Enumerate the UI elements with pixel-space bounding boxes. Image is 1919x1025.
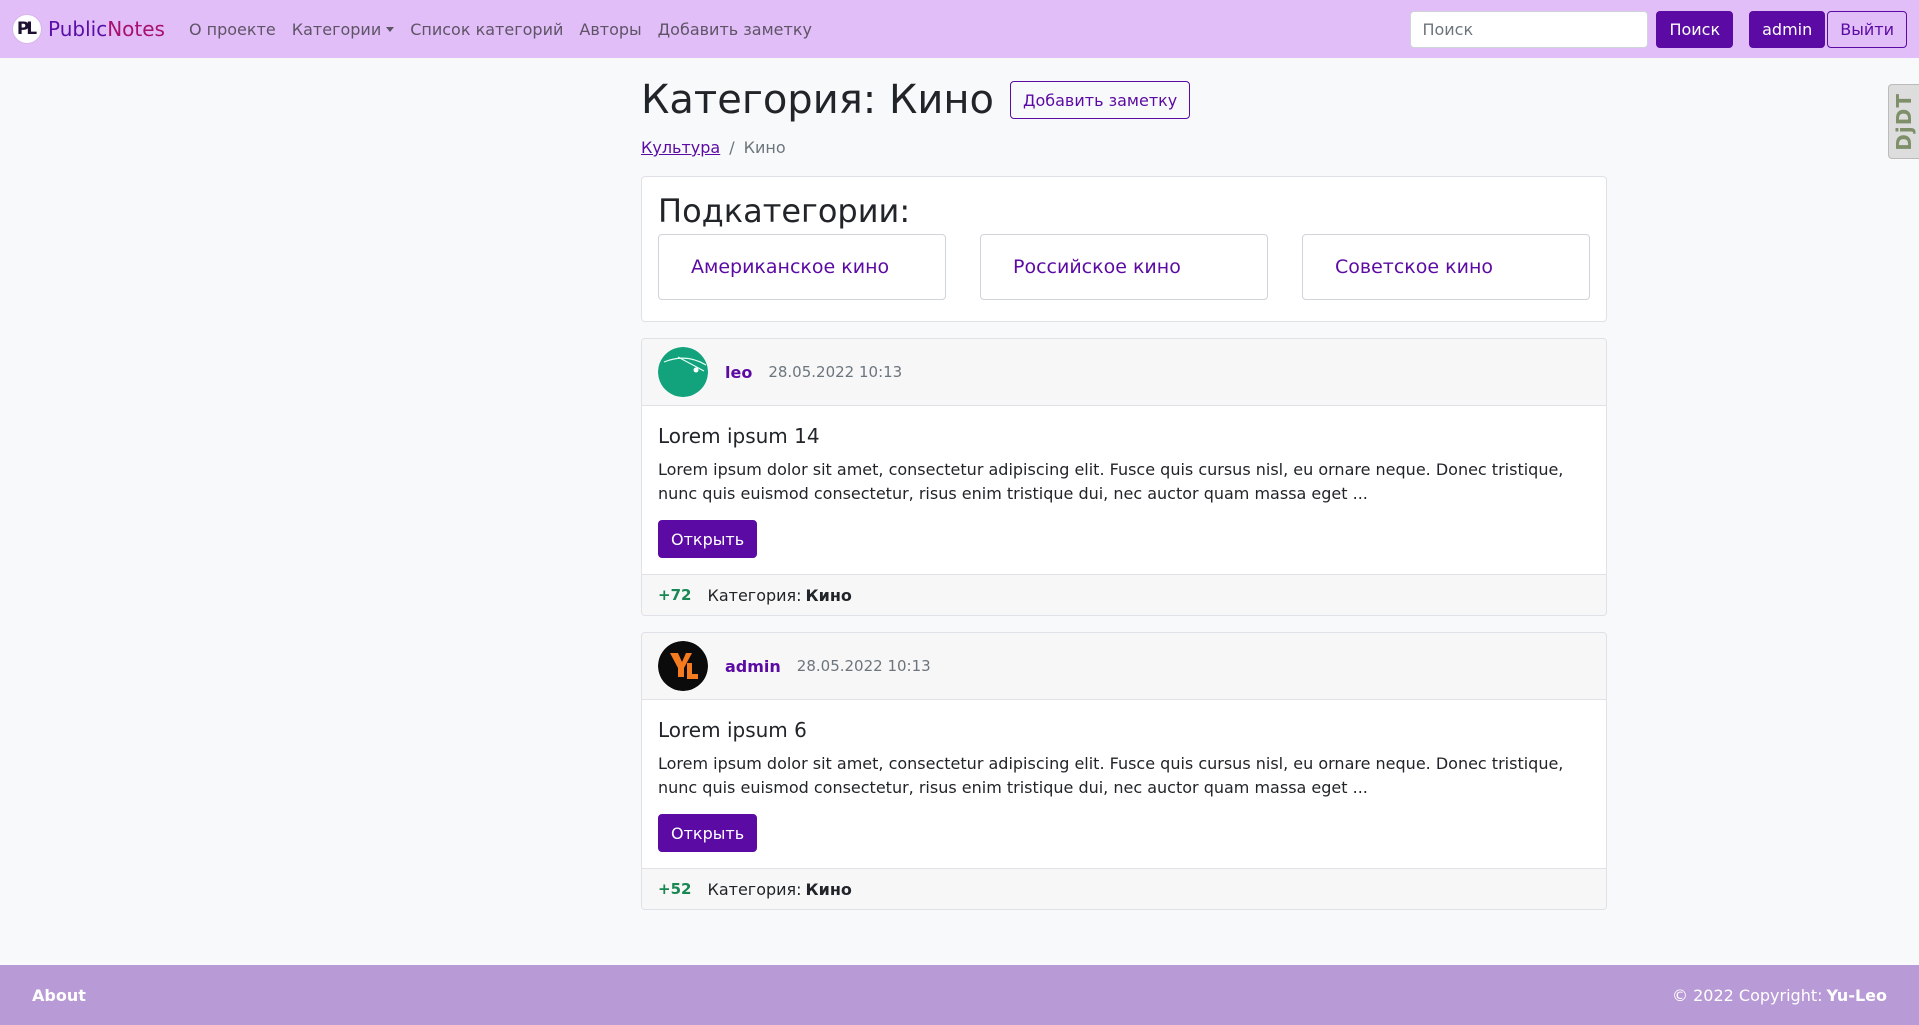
navbar: PL PublicNotes О проекте Категории Списо… bbox=[0, 0, 1919, 58]
post-footer: +72 Категория: Кино bbox=[642, 574, 1606, 615]
breadcrumb: Культура / Кино bbox=[641, 138, 1607, 157]
nav-categories-label: Категории bbox=[291, 19, 382, 39]
copyright-text: © 2022 Copyright: bbox=[1672, 985, 1823, 1005]
post-category-label: Категория: bbox=[707, 879, 802, 899]
post-card: leo 28.05.2022 10:13 Lorem ipsum 14 Lore… bbox=[641, 338, 1607, 616]
post-date: 28.05.2022 10:13 bbox=[796, 657, 931, 675]
post-author-link[interactable]: admin bbox=[725, 657, 781, 676]
debug-toolbar-handle[interactable]: DjDT bbox=[1888, 84, 1919, 159]
post-excerpt: Lorem ipsum dolor sit amet, consectetur … bbox=[658, 460, 1564, 503]
subcategories-panel: Подкатегории: Американское кино Российск… bbox=[641, 176, 1607, 322]
title-row: Категория: Кино Добавить заметку bbox=[641, 78, 1607, 122]
yl-logo-avatar-icon[interactable] bbox=[658, 641, 708, 691]
nav-about[interactable]: О проекте bbox=[181, 12, 284, 47]
post-author-link[interactable]: leo bbox=[725, 363, 752, 382]
search-button[interactable]: Поиск bbox=[1656, 10, 1734, 48]
post-category-name: Кино bbox=[805, 585, 852, 605]
nav-categories-dropdown[interactable]: Категории bbox=[284, 12, 402, 47]
post-body: Lorem ipsum 6 Lorem ipsum dolor sit amet… bbox=[642, 700, 1606, 868]
breadcrumb-parent-link[interactable]: Культура bbox=[641, 138, 720, 157]
brand-name-part2: Notes bbox=[107, 17, 165, 41]
subcategory-card[interactable]: Американское кино bbox=[658, 233, 946, 300]
open-post-button[interactable]: Открыть bbox=[658, 520, 758, 558]
post-card: admin 28.05.2022 10:13 Lorem ipsum 6 Lor… bbox=[641, 632, 1607, 910]
brand-name: PublicNotes bbox=[48, 17, 165, 41]
subcategories-title: Подкатегории: bbox=[658, 192, 911, 230]
search-input[interactable] bbox=[1410, 10, 1649, 48]
add-note-button[interactable]: Добавить заметку bbox=[1009, 81, 1191, 119]
post-body: Lorem ipsum 14 Lorem ipsum dolor sit ame… bbox=[642, 406, 1606, 574]
post-category-label: Категория: bbox=[707, 585, 802, 605]
brand-name-part1: Public bbox=[48, 17, 108, 41]
copyright-owner: Yu-Leo bbox=[1826, 985, 1888, 1005]
breadcrumb-separator: / bbox=[729, 138, 735, 157]
nav-categories-list[interactable]: Список категорий bbox=[402, 12, 571, 47]
nav-right: Поиск admin Выйти bbox=[1410, 10, 1907, 48]
post-excerpt: Lorem ipsum dolor sit amet, consectetur … bbox=[658, 754, 1564, 797]
debug-toolbar-label: DjDT bbox=[1892, 92, 1916, 151]
footer-about-link[interactable]: About bbox=[32, 986, 86, 1005]
user-button[interactable]: admin bbox=[1749, 10, 1826, 48]
page-title: Категория: Кино bbox=[641, 77, 994, 123]
post-title: Lorem ipsum 14 bbox=[658, 424, 820, 448]
post-header: admin 28.05.2022 10:13 bbox=[642, 633, 1606, 700]
post-header: leo 28.05.2022 10:13 bbox=[642, 339, 1606, 406]
post-rating: +52 bbox=[658, 880, 692, 898]
post-title: Lorem ipsum 6 bbox=[658, 718, 807, 742]
footer-copyright: © 2022 Copyright: Yu-Leo bbox=[1672, 986, 1887, 1005]
nav-add-note[interactable]: Добавить заметку bbox=[650, 12, 820, 47]
subcategories-list: Американское кино Российское кино Советс… bbox=[658, 233, 1590, 300]
chevron-down-icon bbox=[386, 26, 395, 32]
post-category-name: Кино bbox=[805, 879, 852, 899]
main-content: Категория: Кино Добавить заметку Культур… bbox=[641, 58, 1607, 910]
post-date: 28.05.2022 10:13 bbox=[768, 363, 903, 381]
logout-button[interactable]: Выйти bbox=[1827, 10, 1907, 48]
subcategory-card[interactable]: Советское кино bbox=[1302, 233, 1590, 300]
brand-link[interactable]: PL PublicNotes bbox=[12, 14, 165, 44]
open-post-button[interactable]: Открыть bbox=[658, 814, 758, 852]
post-rating: +72 bbox=[658, 586, 692, 604]
breadcrumb-current: Кино bbox=[743, 138, 786, 157]
subcategory-card[interactable]: Российское кино bbox=[980, 233, 1268, 300]
brand-logo-icon: PL bbox=[12, 14, 42, 44]
nav-authors[interactable]: Авторы bbox=[571, 12, 649, 47]
post-footer: +52 Категория: Кино bbox=[642, 868, 1606, 909]
nav-links: О проекте Категории Список категорий Авт… bbox=[181, 12, 820, 47]
page-footer: About © 2022 Copyright: Yu-Leo bbox=[0, 965, 1919, 1025]
globe-avatar-icon[interactable] bbox=[658, 347, 708, 397]
